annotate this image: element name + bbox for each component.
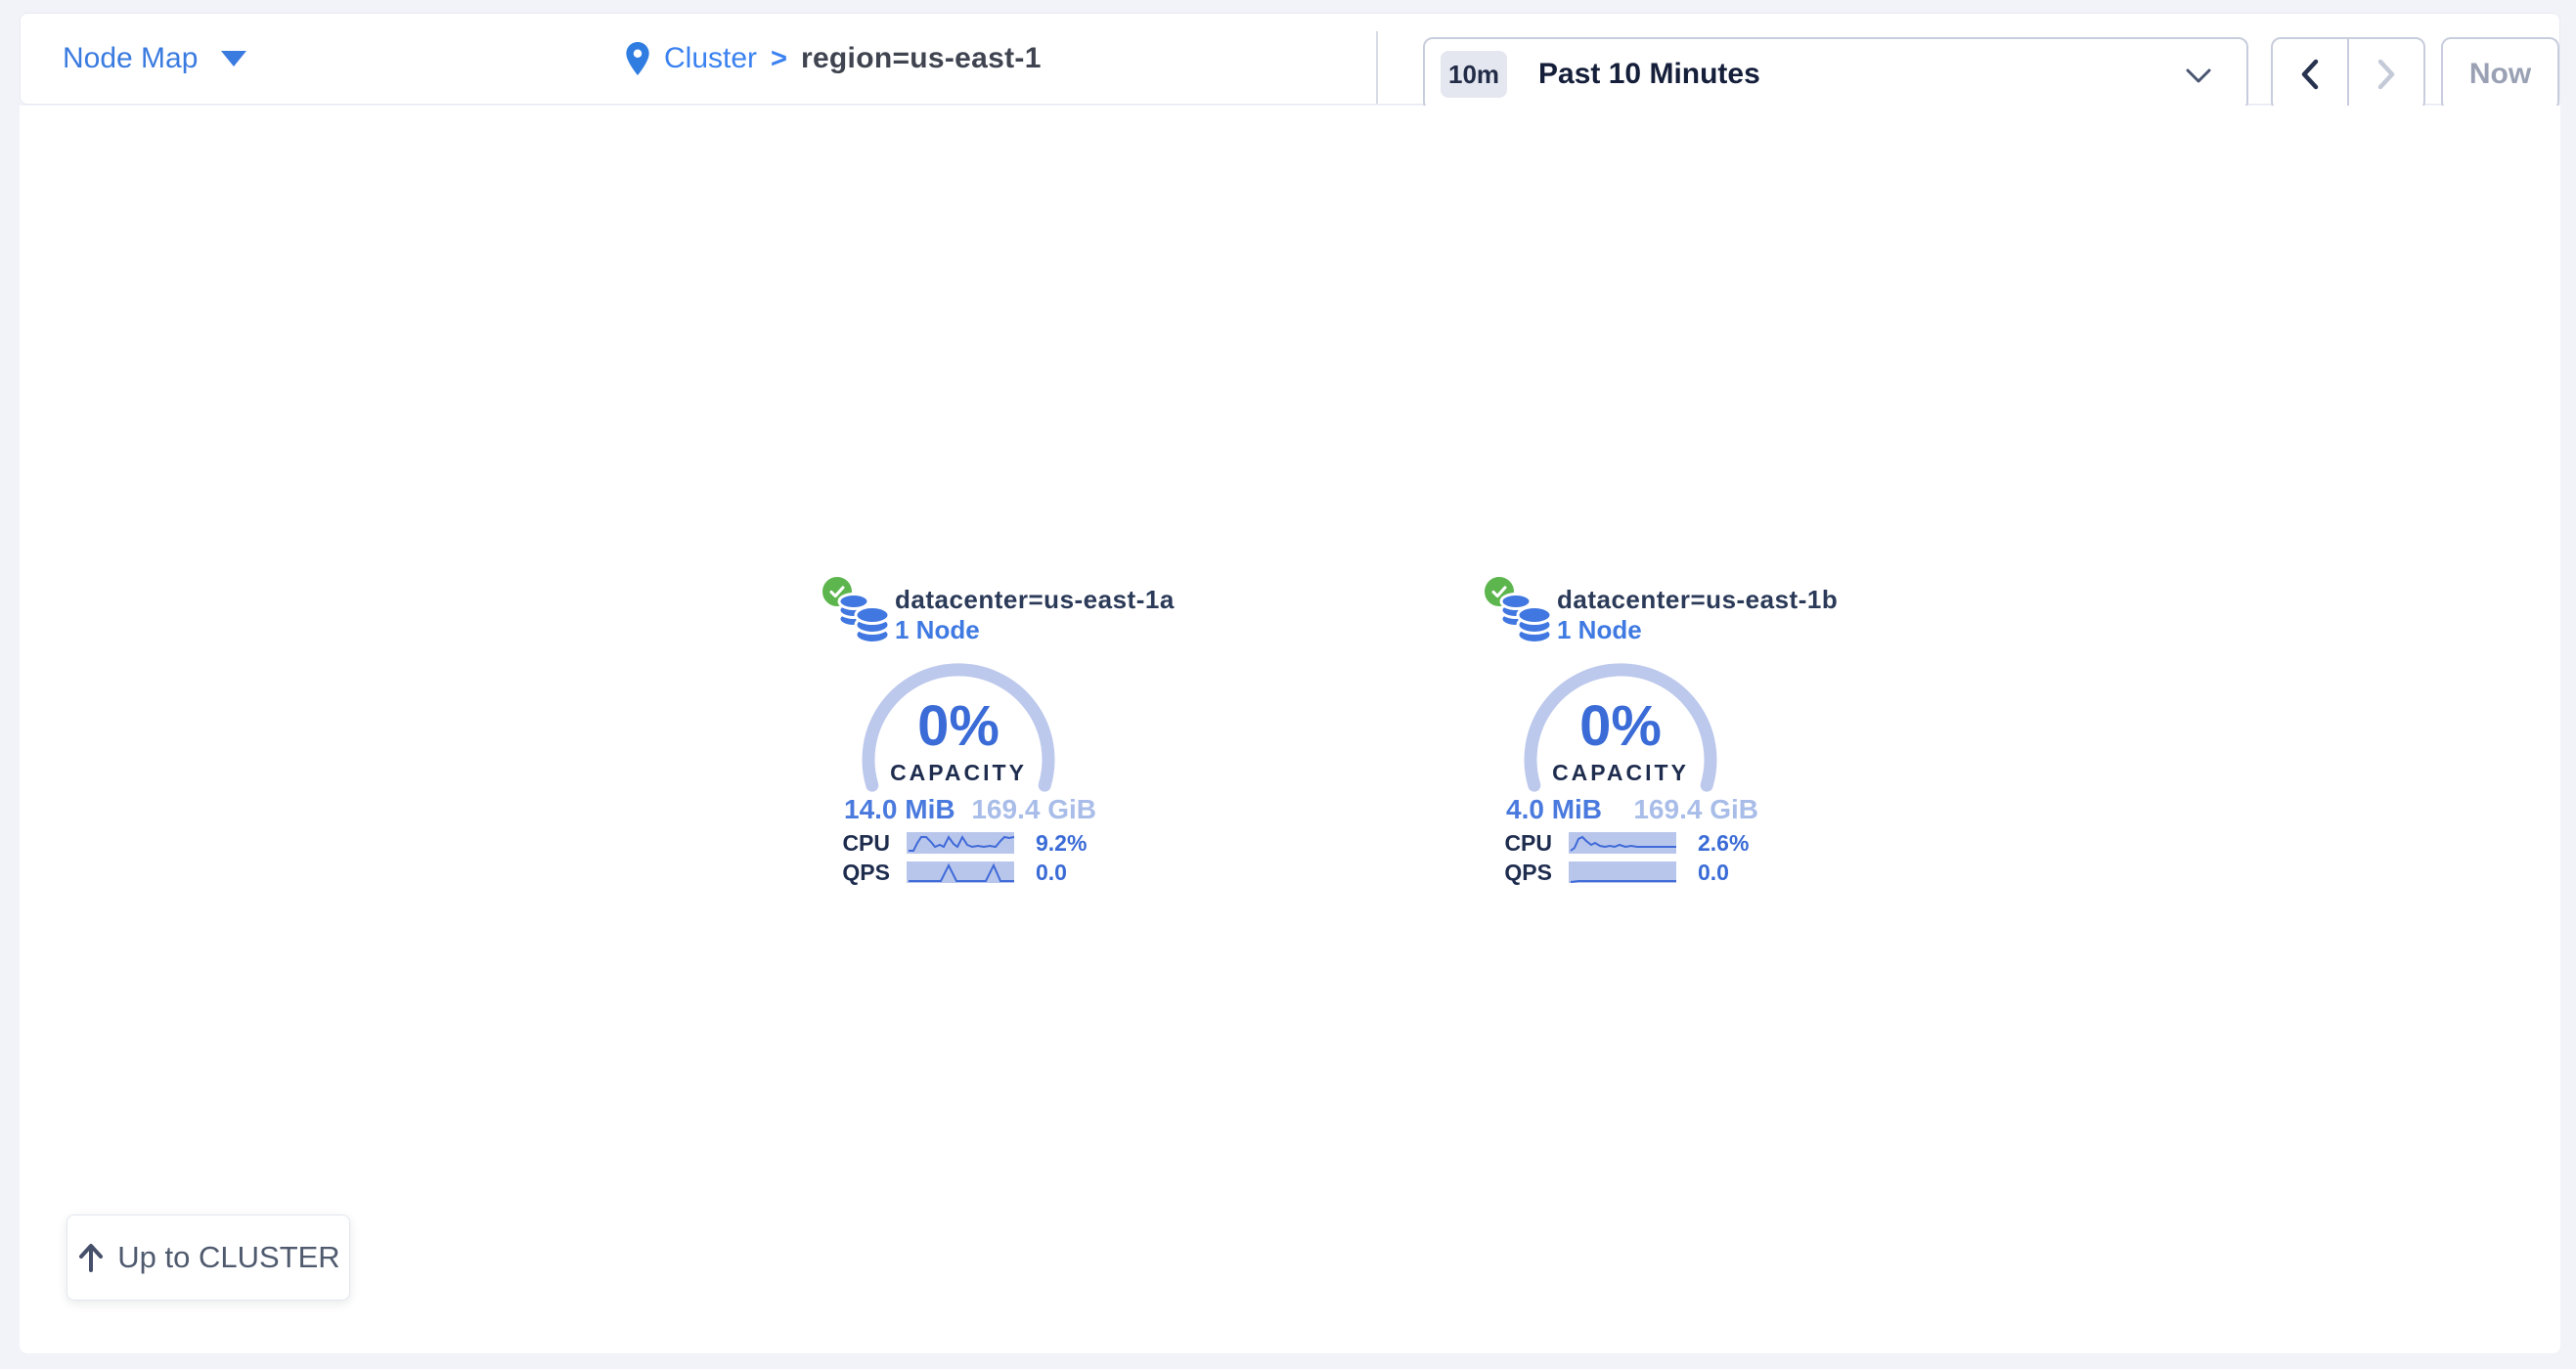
database-stack-icon [1497, 592, 1556, 644]
arrow-up-icon [76, 1242, 106, 1273]
locality-node-count: 1 Node [895, 615, 980, 645]
now-button[interactable]: Now [2441, 37, 2559, 111]
qps-value: 0.0 [1036, 860, 1067, 886]
capacity-total: 169.4 GiB [1633, 794, 1758, 825]
locality-card-us-east-1b[interactable]: datacenter=us-east-1b 1 Node 0% CAPACITY… [1454, 572, 1787, 897]
header-divider [1376, 31, 1378, 104]
up-to-cluster-label: Up to CLUSTER [117, 1240, 339, 1275]
time-back-button[interactable] [2273, 39, 2347, 110]
view-selector-label: Node Map [63, 42, 198, 75]
capacity-percent: 0% [792, 693, 1125, 759]
capacity-caption: CAPACITY [1454, 760, 1787, 786]
chevron-right-icon [2376, 58, 2397, 91]
capacity-used: 4.0 MiB [1506, 794, 1602, 825]
cpu-sparkline [1569, 832, 1676, 854]
location-pin-icon [625, 41, 650, 76]
capacity-values: 4.0 MiB 169.4 GiB [1506, 794, 1758, 825]
time-range-dropdown[interactable]: 10m Past 10 Minutes [1423, 37, 2248, 111]
time-range-label: Past 10 Minutes [1538, 58, 1760, 91]
time-forward-button[interactable] [2347, 39, 2423, 110]
cpu-value: 9.2% [1036, 830, 1087, 857]
chevron-left-icon [2299, 58, 2321, 91]
view-selector-dropdown[interactable]: Node Map [63, 14, 246, 104]
qps-label: QPS [1484, 860, 1552, 886]
cpu-sparkline [907, 832, 1014, 854]
cpu-metric-row: CPU 9.2% [822, 831, 1115, 855]
breadcrumb: Cluster > region=us-east-1 [625, 14, 1042, 104]
qps-value: 0.0 [1698, 860, 1729, 886]
breadcrumb-current: region=us-east-1 [801, 42, 1042, 75]
cpu-label: CPU [822, 830, 890, 857]
breadcrumb-cluster-link[interactable]: Cluster [664, 42, 757, 75]
locality-name: datacenter=us-east-1a [895, 585, 1175, 615]
locality-node-count: 1 Node [1557, 615, 1642, 645]
caret-down-icon [221, 51, 246, 66]
capacity-used: 14.0 MiB [844, 794, 955, 825]
qps-label: QPS [822, 860, 890, 886]
node-map-page: Node Map Cluster > region=us-east-1 10m … [0, 0, 2576, 1369]
node-map-canvas [20, 106, 2560, 1353]
capacity-values: 14.0 MiB 169.4 GiB [844, 794, 1096, 825]
locality-card-us-east-1a[interactable]: datacenter=us-east-1a 1 Node 0% CAPACITY… [792, 572, 1125, 897]
qps-sparkline [907, 861, 1014, 883]
time-range-badge: 10m [1441, 51, 1507, 98]
time-step-buttons [2271, 37, 2425, 111]
qps-metric-row: QPS 0.0 [1484, 861, 1777, 884]
cpu-metric-row: CPU 2.6% [1484, 831, 1777, 855]
qps-metric-row: QPS 0.0 [822, 861, 1115, 884]
chevron-down-icon [2186, 68, 2211, 84]
up-to-cluster-button[interactable]: Up to CLUSTER [67, 1214, 350, 1301]
qps-sparkline [1569, 861, 1676, 883]
cpu-label: CPU [1484, 830, 1552, 857]
breadcrumb-separator: > [771, 43, 787, 75]
database-stack-icon [835, 592, 894, 644]
cpu-value: 2.6% [1698, 830, 1749, 857]
locality-name: datacenter=us-east-1b [1557, 585, 1838, 615]
capacity-total: 169.4 GiB [971, 794, 1096, 825]
capacity-percent: 0% [1454, 693, 1787, 759]
capacity-caption: CAPACITY [792, 760, 1125, 786]
header-bar: Node Map Cluster > region=us-east-1 10m … [20, 13, 2560, 105]
